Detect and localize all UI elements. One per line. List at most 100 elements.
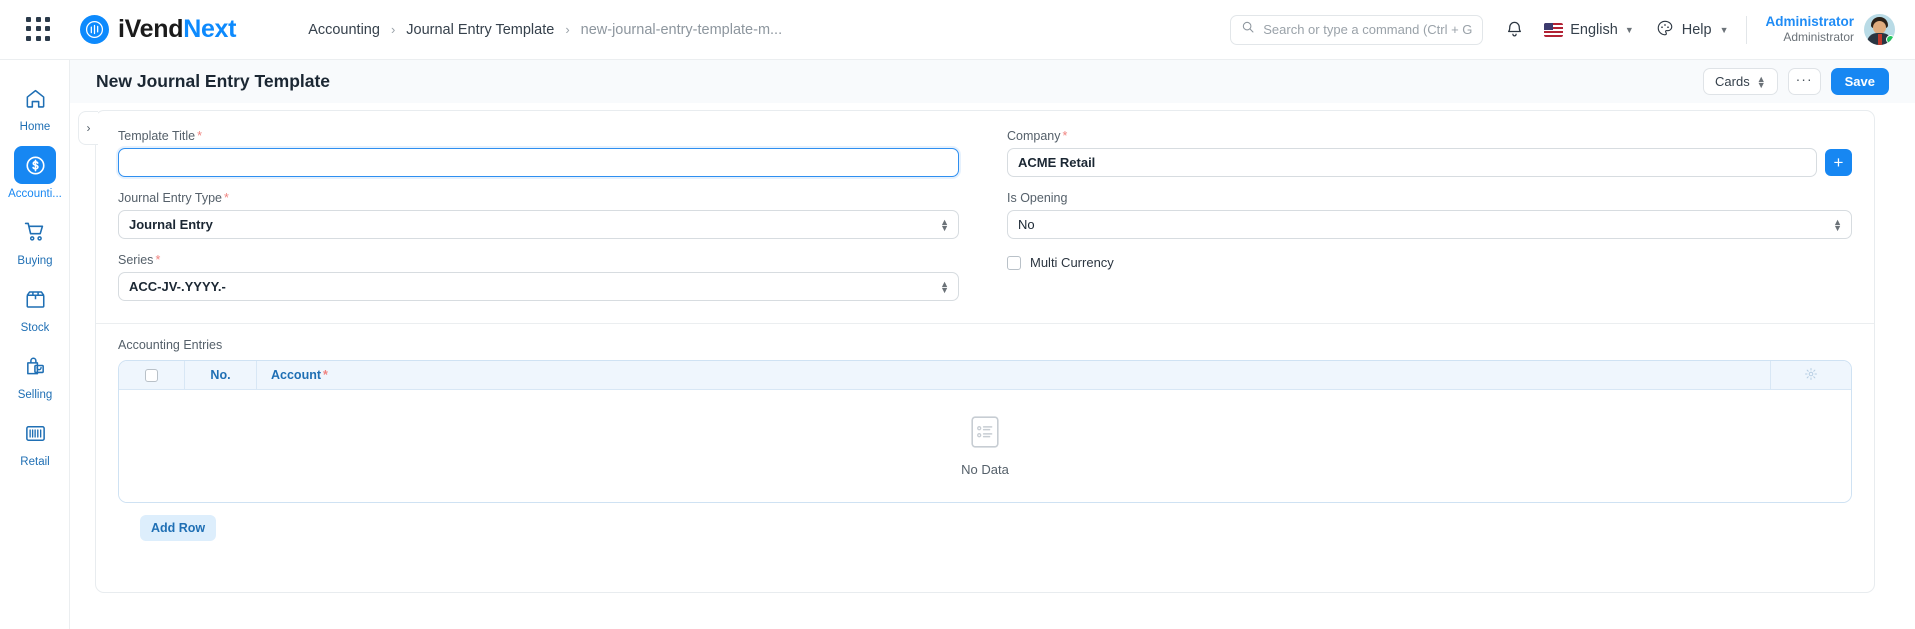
breadcrumb-item-current: new-journal-entry-template-m... xyxy=(580,21,783,38)
more-options-button[interactable]: ··· xyxy=(1787,68,1821,95)
breadcrumb-item-journal-entry-template[interactable]: Journal Entry Template xyxy=(406,22,554,38)
page-header: New Journal Entry Template Cards ▲ ▼ ··· … xyxy=(70,60,1915,103)
help-label: Help xyxy=(1681,21,1712,38)
grid-settings-cell[interactable] xyxy=(1771,361,1851,390)
is-opening-select[interactable] xyxy=(1007,210,1852,239)
required-marker: * xyxy=(197,129,202,143)
save-button[interactable]: Save xyxy=(1830,68,1889,95)
form-grid: Template Title* Journal Entry Type* ▲▼ S… xyxy=(96,111,1874,315)
no-data-label: No Data xyxy=(961,461,1009,477)
sidebar-item-label: Home xyxy=(19,121,51,133)
chevron-down-icon: ▼ xyxy=(1719,24,1729,35)
shopping-cart-icon xyxy=(14,213,56,251)
page-title: New Journal Entry Template xyxy=(96,71,331,91)
avatar[interactable] xyxy=(1864,14,1895,45)
template-title-label: Template Title * xyxy=(118,129,202,143)
form-column-left: Template Title* Journal Entry Type* ▲▼ S… xyxy=(118,129,985,315)
cards-view-button[interactable]: Cards ▲ ▼ xyxy=(1703,68,1778,95)
sidebar-item-retail[interactable]: Retail xyxy=(0,405,70,472)
journal-entry-type-select[interactable] xyxy=(118,210,959,239)
palette-icon xyxy=(1656,19,1674,41)
search-input[interactable] xyxy=(1263,22,1473,37)
accounting-entries-title: Accounting Entries xyxy=(118,338,223,352)
grid-header-row: No. Account * xyxy=(119,361,1851,390)
is-opening-label: Is Opening xyxy=(1007,191,1068,205)
barcode-icon xyxy=(14,414,56,452)
select-all-checkbox[interactable] xyxy=(145,368,158,382)
sidebar-item-label: Selling xyxy=(17,389,53,401)
field-journal-entry-type: Journal Entry Type* ▲▼ xyxy=(118,191,959,239)
accounting-entries-section: Accounting Entries No. Account * No Data… xyxy=(96,324,1874,541)
chevron-updown-icon: ▲ ▼ xyxy=(1756,73,1766,90)
search-input-wrapper[interactable] xyxy=(1230,14,1484,45)
help-menu[interactable]: Help ▼ xyxy=(1656,19,1729,41)
grid-select-all-cell[interactable] xyxy=(119,361,185,390)
user-names: Administrator Administrator xyxy=(1765,14,1854,46)
field-template-title: Template Title * xyxy=(118,129,959,177)
add-row-wrapper: Add Row xyxy=(118,503,1852,541)
form-column-right: Company* + Is Opening ▲▼ Multi Currency xyxy=(985,129,1852,315)
grid-column-account: Account * xyxy=(257,361,1771,390)
status-badge xyxy=(1886,35,1895,44)
language-label: English xyxy=(1570,21,1618,38)
chevron-right-icon[interactable]: › xyxy=(78,111,98,145)
series-select-wrapper[interactable]: ▲▼ xyxy=(118,272,959,301)
journal-entry-type-select-wrapper[interactable]: ▲▼ xyxy=(118,210,959,239)
apps-grid-icon[interactable] xyxy=(26,16,52,43)
company-input-group: + xyxy=(1007,148,1852,177)
sidebar-item-buying[interactable]: Buying xyxy=(0,204,70,271)
grid-empty-state: No Data xyxy=(119,390,1851,502)
series-label: Series * xyxy=(118,253,161,267)
is-opening-select-wrapper[interactable]: ▲▼ xyxy=(1007,210,1852,239)
ivend-logo-icon xyxy=(80,15,109,44)
series-select[interactable] xyxy=(118,272,959,301)
home-icon xyxy=(14,79,56,117)
navbar-right-group: English ▼ Help ▼ Administrator Administr… xyxy=(1230,14,1895,46)
no-data-document-icon xyxy=(971,415,999,453)
add-company-button[interactable]: + xyxy=(1825,149,1852,176)
field-company: Company* + xyxy=(1007,129,1852,177)
company-label: Company * xyxy=(1007,129,1068,143)
user-role: Administrator xyxy=(1783,30,1854,45)
breadcrumb-item-accounting[interactable]: Accounting xyxy=(308,22,380,38)
template-title-input[interactable] xyxy=(118,148,959,177)
sidebar-item-home[interactable]: Home xyxy=(0,70,70,137)
us-flag-icon xyxy=(1544,22,1564,37)
required-marker: * xyxy=(1062,129,1068,143)
form-card: › Template Title* Journal Entry Type* ▲▼… xyxy=(78,110,1875,593)
user-name: Administrator xyxy=(1765,13,1854,29)
chevron-down-icon: ▼ xyxy=(1624,24,1634,35)
multi-currency-label: Multi Currency xyxy=(1030,255,1114,270)
top-navbar: iVendNext Accounting › Journal Entry Tem… xyxy=(0,0,1915,60)
breadcrumb-separator-icon: › xyxy=(565,22,570,37)
breadcrumb: Accounting › Journal Entry Template › ne… xyxy=(308,22,782,38)
sidebar-item-label: Buying xyxy=(17,255,53,267)
search-icon xyxy=(1241,20,1255,39)
dollar-circle-icon xyxy=(14,146,56,184)
left-sidebar: Home Accounti... Buying Stock Selling Re… xyxy=(0,60,70,629)
language-selector[interactable]: English ▼ xyxy=(1544,21,1634,38)
multi-currency-checkbox[interactable] xyxy=(1007,255,1021,270)
field-is-opening: Is Opening ▲▼ xyxy=(1007,191,1852,239)
bell-icon[interactable] xyxy=(1505,20,1524,39)
sidebar-item-stock[interactable]: Stock xyxy=(0,271,70,338)
accounting-entries-grid: No. Account * No Data xyxy=(118,360,1852,503)
grid-column-no: No. xyxy=(185,361,257,390)
user-menu[interactable]: Administrator Administrator xyxy=(1765,14,1895,46)
sidebar-item-selling[interactable]: Selling xyxy=(0,338,70,405)
brand-name: iVendNext xyxy=(118,15,237,43)
required-marker: * xyxy=(224,191,229,205)
multi-currency-checkbox-row[interactable]: Multi Currency xyxy=(1007,255,1852,270)
add-row-button[interactable]: Add Row xyxy=(140,515,217,541)
navbar-divider xyxy=(1746,15,1748,44)
brand-logo-link[interactable]: iVendNext xyxy=(80,15,236,44)
company-input[interactable] xyxy=(1007,148,1817,177)
sidebar-item-label: Accounti... xyxy=(8,188,62,200)
gear-icon[interactable] xyxy=(1804,367,1818,384)
sidebar-item-label: Retail xyxy=(20,456,50,468)
page-header-actions: Cards ▲ ▼ ··· Save xyxy=(1703,68,1889,95)
journal-entry-type-label: Journal Entry Type * xyxy=(118,191,229,205)
sidebar-item-accounting[interactable]: Accounti... xyxy=(0,137,70,204)
required-marker: * xyxy=(323,367,328,382)
breadcrumb-separator-icon: › xyxy=(390,22,396,37)
